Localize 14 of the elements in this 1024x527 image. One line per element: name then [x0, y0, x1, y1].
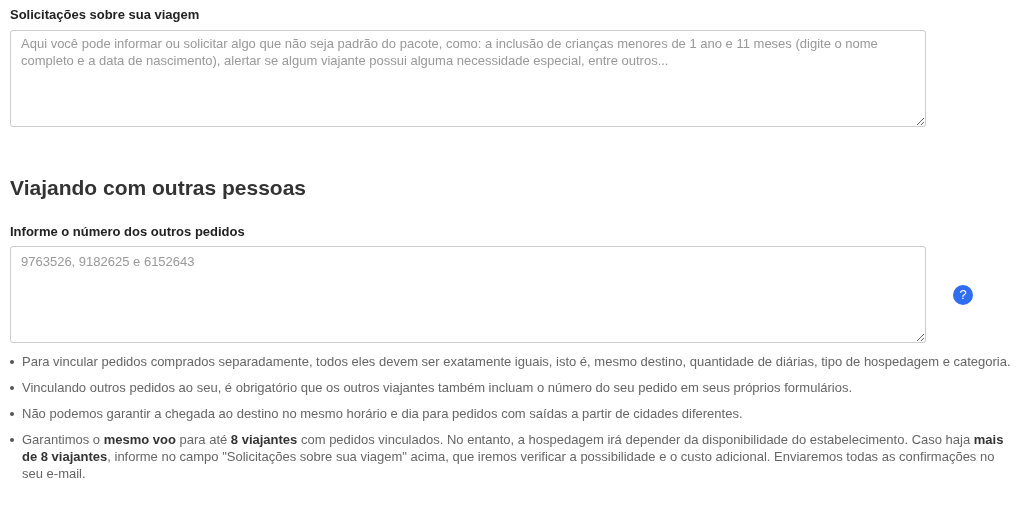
- bullet-icon: [10, 438, 14, 442]
- bullet-icon: [10, 360, 14, 364]
- note-text: Para vincular pedidos comprados separadamente, todos eles devem ser exatamente iguais, isto é, mesmo destino, quantidade de diárias, tipo de hospedagem e categoria.: [22, 353, 1011, 370]
- bullet-icon: [10, 412, 14, 416]
- note-text: Vinculando outros pedidos ao seu, é obrigatório que os outros viajantes também incluam o número do seu pedido em seus próprios formulários.: [22, 379, 853, 396]
- note-text: Garantimos o mesmo voo para até 8 viajantes com pedidos vinculados. No entanto, a hospedagem irá depender da disponibilidade do estabelecimento. Caso haja mais de 8 viajantes, informe no campo "Solicitações sobre sua viagem" acima, que iremos verificar a possibilidade e o custo adicional. Enviaremos todas as confirmações no seu e-mail.: [22, 431, 1005, 482]
- field-label: Solicitações sobre sua viagem: [10, 7, 201, 23]
- note-text: Não podemos garantir a chegada ao destino no mesmo horário e dia para pedidos com saídas a partir de cidades diferentes.: [22, 405, 743, 422]
- field-label: Informe o número dos outros pedidos: [10, 224, 246, 240]
- section-title: Viajando com outras pessoas: [10, 175, 308, 201]
- requests-field[interactable]: Aqui você pode informar ou solicitar algo que não seja padrão do pacote, como: a inclusão de crianças menores de 1 ano e 11 meses (digite o nome completo e a data de nascimento), alertar se algum viajante possui alguma necessidade especial, entre outros...: [10, 30, 926, 127]
- bullet-icon: [10, 386, 14, 390]
- help-button[interactable]: ?: [953, 284, 973, 305]
- orders-field[interactable]: 9763526, 9182625 e 6152643: [10, 246, 926, 343]
